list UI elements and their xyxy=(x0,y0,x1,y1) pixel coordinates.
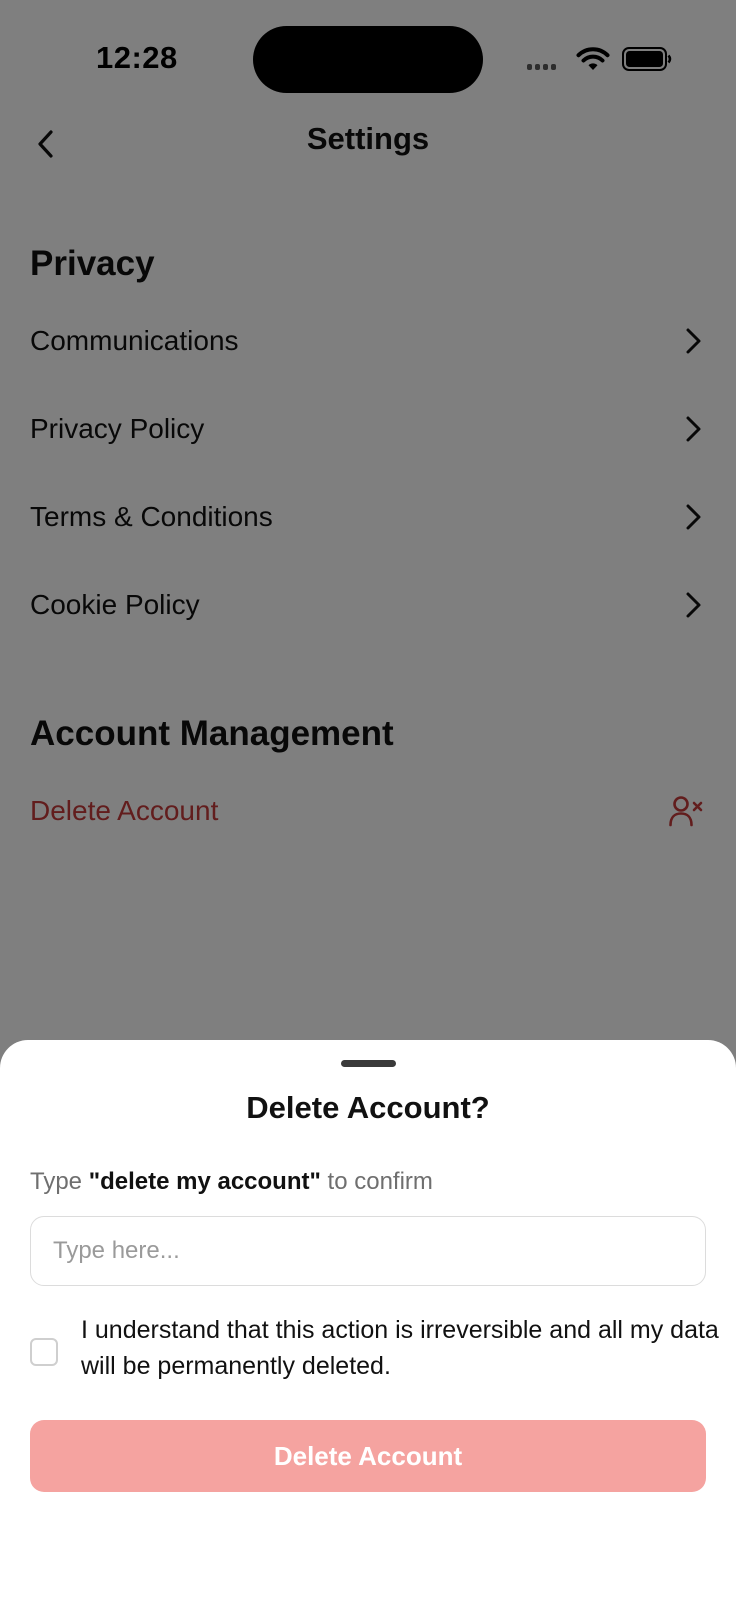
delete-account-button[interactable]: Delete Account xyxy=(30,1420,706,1492)
sheet-title: Delete Account? xyxy=(246,1090,490,1125)
confirm-phrase: "delete my account" xyxy=(88,1168,321,1195)
acknowledge-checkbox[interactable] xyxy=(30,1338,58,1366)
confirm-text-input[interactable] xyxy=(30,1216,706,1286)
sheet-drag-handle[interactable] xyxy=(341,1060,396,1067)
instruction-suffix: to confirm xyxy=(327,1168,433,1195)
confirm-instruction: Type "delete my account" to confirm xyxy=(30,1168,433,1196)
acknowledge-label: I understand that this action is irrever… xyxy=(81,1316,719,1380)
delete-account-sheet: Delete Account? Type "delete my account"… xyxy=(0,1040,736,1600)
instruction-prefix: Type xyxy=(30,1168,83,1195)
